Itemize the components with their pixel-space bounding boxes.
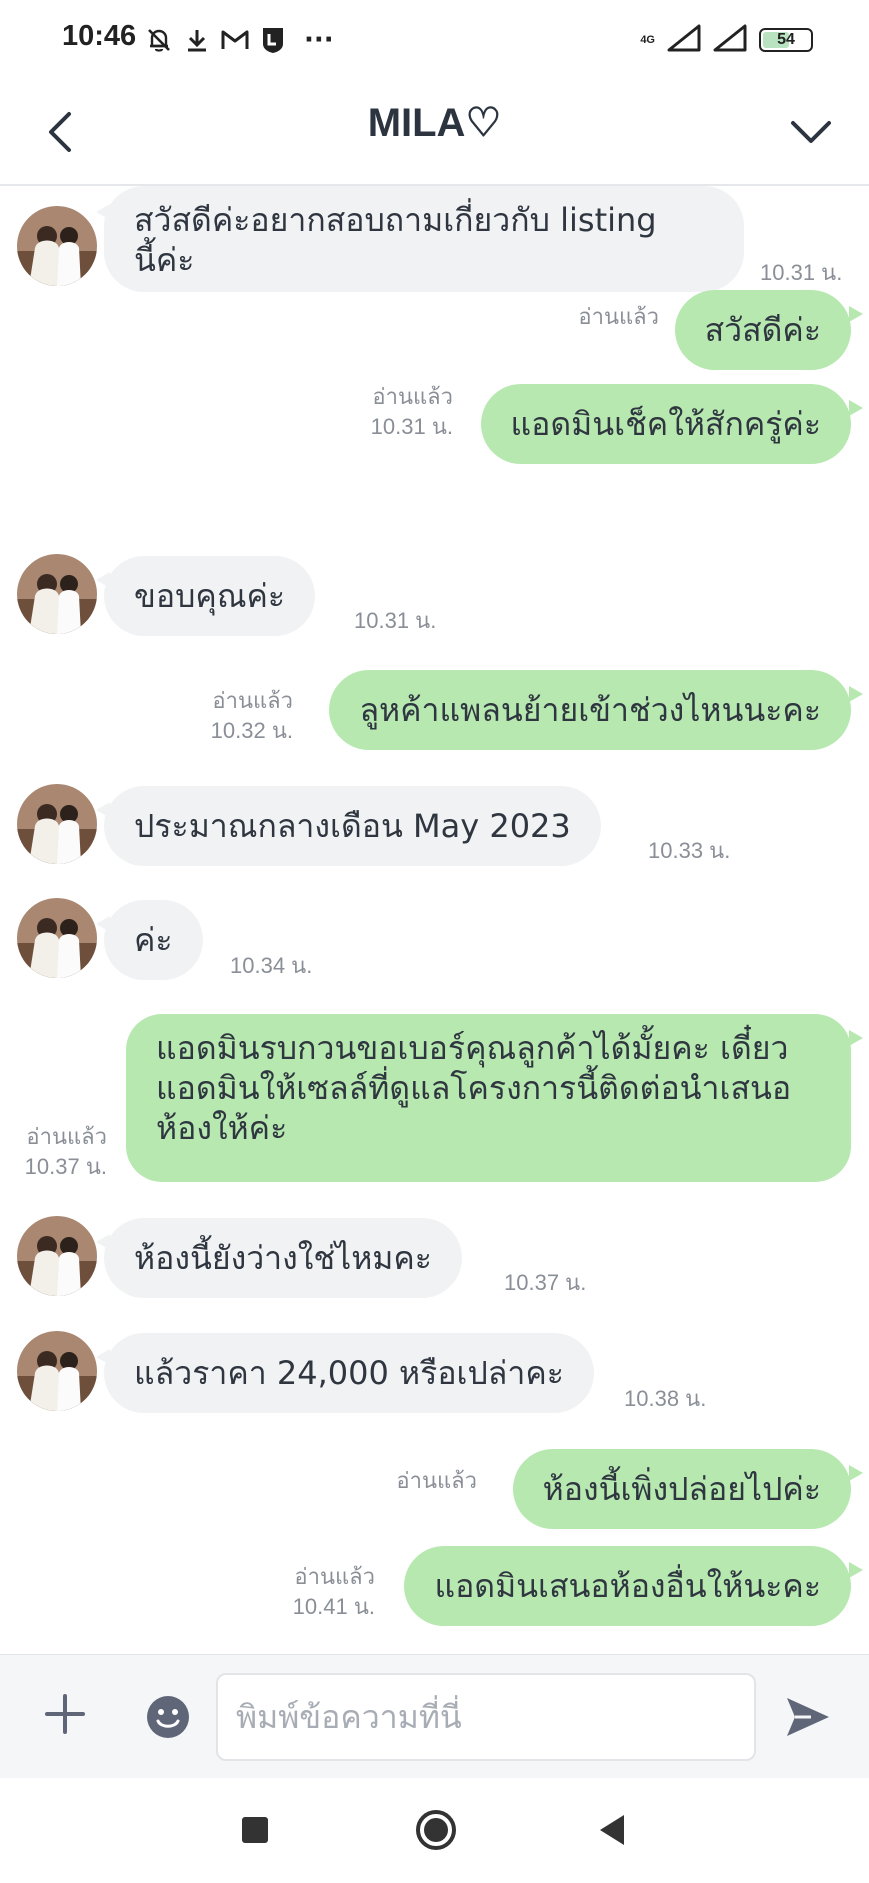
message-time: 10.38 น. xyxy=(624,1386,707,1411)
message-bubble[interactable]: ขอบคุณค่ะ xyxy=(104,556,316,636)
signal-icon xyxy=(667,24,701,56)
read-receipt: อ่านแล้ว 10.31 น. xyxy=(370,384,453,439)
message-text: แอดมินรบกวนขอเบอร์คุณลูกค้าได้มั้ยคะ เดี… xyxy=(156,1029,792,1147)
chat-header: MILA♡ xyxy=(0,78,869,186)
message-bubble[interactable]: สวัสดีค่ะอยากสอบถามเกี่ยวกับ listing นี้… xyxy=(104,186,744,292)
plus-icon xyxy=(45,1694,85,1734)
add-attachment-button[interactable] xyxy=(40,1689,90,1739)
line-app-icon xyxy=(260,25,286,55)
square-icon xyxy=(242,1817,268,1843)
message-text: แอดมินเช็คให้สักครู่ค่ะ xyxy=(510,405,821,443)
message-bubble[interactable]: ห้องนี้ยังว่างใช่ไหมคะ xyxy=(104,1218,462,1298)
triangle-back-icon xyxy=(600,1815,624,1845)
recent-apps-button[interactable] xyxy=(240,1815,270,1845)
signal-icon-2 xyxy=(713,24,747,56)
message-bubble[interactable]: สวัสดีค่ะ xyxy=(674,290,851,370)
message-text: ห้องนี้ยังว่างใช่ไหมคะ xyxy=(134,1239,432,1277)
message-text: แล้วราคา 24,000 หรือเปล่าคะ xyxy=(134,1354,564,1392)
send-button[interactable] xyxy=(780,1689,836,1745)
message-text: สวัสดีค่ะอยากสอบถามเกี่ยวกับ listing นี้… xyxy=(134,201,657,279)
message-text: ขอบคุณค่ะ xyxy=(134,577,286,615)
chat-title[interactable]: MILA♡ xyxy=(0,100,869,146)
message-text: ค่ะ xyxy=(134,921,173,959)
battery-icon: 54 xyxy=(759,28,813,52)
read-receipt: อ่านแล้ว xyxy=(578,304,659,329)
message-list[interactable]: สวัสดีค่ะอยากสอบถามเกี่ยวกับ listing นี้… xyxy=(0,186,869,1654)
smiley-icon xyxy=(147,1696,189,1738)
bell-off-icon xyxy=(144,25,174,55)
message-text: แอดมินเสนอห้องอื่นให้นะคะ xyxy=(434,1567,821,1605)
read-receipt: อ่านแล้ว 10.41 น. xyxy=(292,1564,375,1619)
message-time: 10.37 น. xyxy=(504,1270,587,1295)
read-receipt: อ่านแล้ว xyxy=(396,1468,477,1493)
system-back-button[interactable] xyxy=(596,1813,628,1847)
message-bubble[interactable]: ประมาณกลางเดือน May 2023 xyxy=(104,786,601,866)
message-text: ประมาณกลางเดือน May 2023 xyxy=(134,807,571,845)
chat-menu-button[interactable] xyxy=(783,102,839,162)
message-text: ห้องนี้เพิ่งปล่อยไปค่ะ xyxy=(542,1470,821,1508)
message-bubble[interactable]: ลูหค้าแพลนย้ายเข้าช่วงไหนนะคะ xyxy=(329,670,851,750)
network-type: 4G xyxy=(640,33,655,46)
emoji-button[interactable] xyxy=(146,1695,190,1739)
message-time: 10.31 น. xyxy=(354,608,437,633)
avatar[interactable] xyxy=(17,554,97,634)
avatar[interactable] xyxy=(17,1216,97,1296)
message-time: 10.31 น. xyxy=(760,260,843,285)
read-receipt: อ่านแล้ว 10.37 น. xyxy=(24,1124,107,1179)
status-bar: 10:46 ··· 4G 54 xyxy=(0,0,869,78)
home-button[interactable] xyxy=(414,1808,458,1852)
more-notifications-icon: ··· xyxy=(304,25,334,55)
message-input[interactable] xyxy=(216,1673,756,1761)
message-bubble[interactable]: ค่ะ xyxy=(104,900,203,980)
chevron-down-icon xyxy=(791,121,831,143)
message-bubble[interactable]: แอดมินรบกวนขอเบอร์คุณลูกค้าได้มั้ยคะ เดี… xyxy=(126,1014,851,1182)
message-bubble[interactable]: แล้วราคา 24,000 หรือเปล่าคะ xyxy=(104,1333,594,1413)
notification-icons: ··· xyxy=(144,22,334,58)
avatar[interactable] xyxy=(17,898,97,978)
battery-percent: 54 xyxy=(777,31,795,48)
message-bubble[interactable]: แอดมินเสนอห้องอื่นให้นะคะ xyxy=(404,1546,851,1626)
message-time: 10.33 น. xyxy=(648,838,731,863)
system-navigation-bar xyxy=(0,1778,869,1883)
gmail-icon xyxy=(220,27,250,53)
status-time: 10:46 xyxy=(62,20,137,52)
send-icon xyxy=(787,1698,829,1736)
system-icons: 4G 54 xyxy=(640,22,813,58)
avatar[interactable] xyxy=(17,206,97,286)
read-receipt: อ่านแล้ว 10.32 น. xyxy=(210,688,293,743)
avatar[interactable] xyxy=(17,1331,97,1411)
message-composer xyxy=(0,1654,869,1778)
message-bubble[interactable]: แอดมินเช็คให้สักครู่ค่ะ xyxy=(480,384,851,464)
message-bubble[interactable]: ห้องนี้เพิ่งปล่อยไปค่ะ xyxy=(512,1449,851,1529)
download-icon xyxy=(184,25,210,55)
message-text: สวัสดีค่ะ xyxy=(704,311,821,349)
message-text: ลูหค้าแพลนย้ายเข้าช่วงไหนนะคะ xyxy=(359,691,821,729)
message-time: 10.34 น. xyxy=(230,953,313,978)
avatar[interactable] xyxy=(17,784,97,864)
circle-icon xyxy=(416,1810,456,1850)
